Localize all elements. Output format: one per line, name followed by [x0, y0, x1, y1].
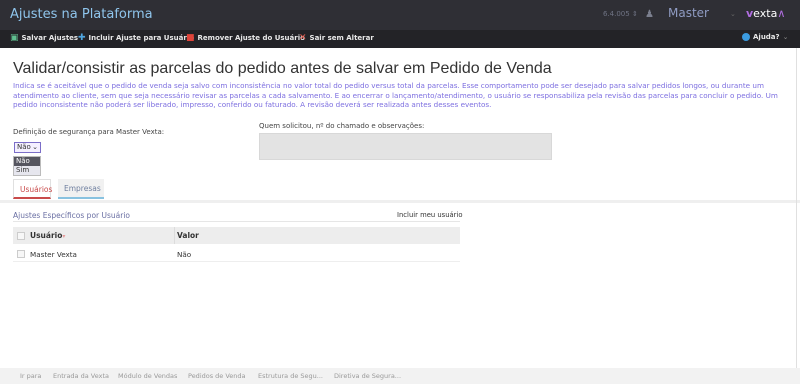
breadcrumb-item[interactable]: Pedidos de Venda	[188, 372, 246, 380]
requester-textarea[interactable]	[259, 133, 552, 160]
breadcrumb-item[interactable]: Estrutura de Segu...	[258, 372, 323, 380]
help-label: Ajuda?	[753, 33, 780, 41]
row-checkbox[interactable]	[17, 250, 25, 258]
breadcrumb-goto: Ir para	[20, 372, 42, 380]
include-user-button[interactable]: ✚ Incluir Ajuste para Usuário	[78, 33, 194, 43]
sort-icon: ▾	[62, 233, 66, 240]
toolbar: ▣ Salvar Ajustes ✚ Incluir Ajuste para U…	[0, 30, 800, 48]
section-title: Ajustes Específicos por Usuário	[13, 211, 130, 220]
table-row[interactable]: Master Vexta Não	[13, 246, 460, 262]
add-user-icon: ✚	[78, 33, 86, 43]
trash-icon: ■	[186, 33, 195, 43]
security-select-value: Não	[17, 143, 31, 151]
section-divider	[13, 221, 460, 222]
option-nao[interactable]: Não	[14, 157, 40, 166]
exit-button[interactable]: ✕ Sair sem Alterar	[299, 33, 374, 43]
footer-breadcrumb: Ir para Entrada da Vexta Módulo de Venda…	[0, 368, 800, 384]
breadcrumb-item[interactable]: Entrada da Vexta	[53, 372, 109, 380]
app-header: Ajustes na Plataforma 6.4.005 ⇕ ♟ Master…	[0, 0, 800, 30]
column-divider	[174, 227, 175, 244]
close-icon: ✕	[299, 33, 307, 43]
chevron-down-icon[interactable]: ⌄	[730, 10, 736, 18]
vexta-logo: vexta∧	[746, 7, 786, 20]
scrollbar-track[interactable]	[796, 48, 797, 368]
include-user-label: Incluir Ajuste para Usuário	[88, 34, 195, 42]
remove-user-label: Remover Ajuste do Usuário	[197, 34, 305, 42]
user-menu[interactable]: Master	[668, 6, 709, 20]
requester-label: Quem solicitou, nº do chamado e observaç…	[259, 122, 425, 130]
breadcrumb-item[interactable]: Módulo de Vendas	[118, 372, 177, 380]
page-description: Indica se é aceitável que o pedido de ve…	[13, 81, 778, 109]
save-label: Salvar Ajustes	[21, 34, 79, 42]
page-title: Validar/consistir as parcelas do pedido …	[13, 60, 552, 77]
remove-user-button[interactable]: ■ Remover Ajuste do Usuário	[186, 33, 305, 43]
version-label: 6.4.005 ⇕	[603, 10, 638, 18]
exit-label: Sair sem Alterar	[309, 34, 374, 42]
include-me-link[interactable]: Incluir meu usuário	[397, 211, 463, 219]
security-select[interactable]: Não ⌄	[14, 142, 41, 153]
option-sim[interactable]: Sim	[14, 166, 40, 175]
select-all-checkbox[interactable]	[17, 232, 25, 240]
breadcrumb-item[interactable]: Diretiva de Segura...	[334, 372, 401, 380]
tab-empresas[interactable]: Empresas	[58, 179, 104, 199]
security-dropdown: Não Sim	[13, 156, 41, 176]
cell-usuario: Master Vexta	[30, 250, 77, 259]
save-button[interactable]: ▣ Salvar Ajustes	[10, 33, 78, 43]
column-header-valor[interactable]: Valor	[177, 231, 199, 240]
chevron-down-icon: ⌄	[32, 143, 38, 151]
table-header: Usuário▾ Valor	[13, 227, 460, 244]
tab-usuarios[interactable]: Usuários	[13, 179, 52, 199]
help-button[interactable]: Ajuda? ⌄	[742, 33, 788, 41]
cell-valor: Não	[177, 250, 192, 259]
security-label: Definição de segurança para Master Vexta…	[13, 128, 165, 136]
save-icon: ▣	[10, 33, 19, 43]
column-header-usuario[interactable]: Usuário▾	[30, 231, 65, 240]
tab-divider	[0, 200, 800, 203]
bell-icon[interactable]: ♟	[645, 9, 654, 20]
app-title: Ajustes na Plataforma	[10, 7, 153, 22]
help-icon	[742, 33, 750, 41]
